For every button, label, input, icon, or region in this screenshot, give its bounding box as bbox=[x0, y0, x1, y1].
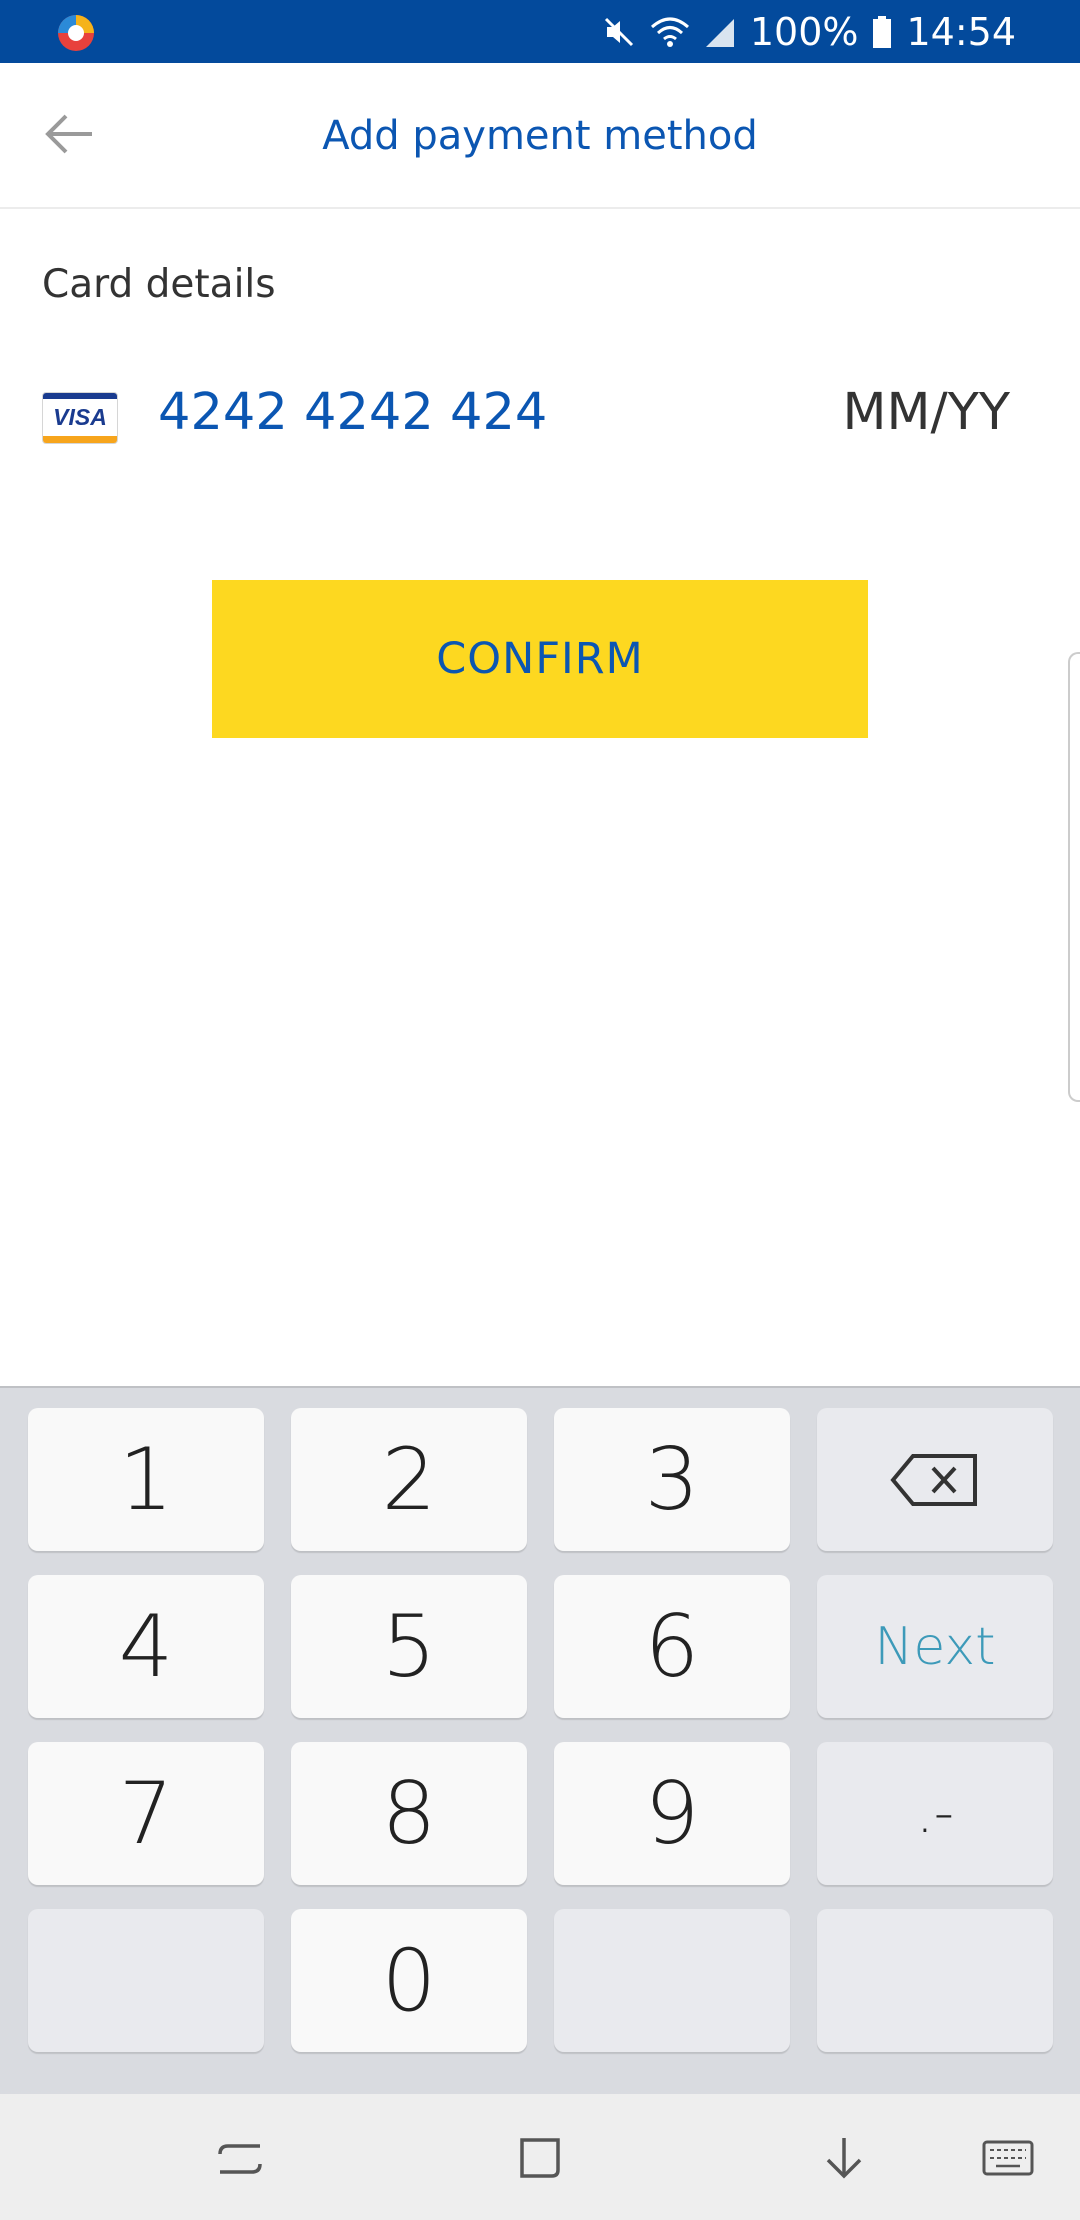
key-3[interactable]: 3 bbox=[554, 1408, 790, 1551]
key-4[interactable]: 4 bbox=[28, 1575, 264, 1718]
page-title: Add payment method bbox=[322, 113, 758, 159]
wifi-icon bbox=[650, 17, 689, 47]
app-root: 100% 14:54 Add payment method Card detai… bbox=[0, 0, 1080, 2220]
key-8[interactable]: 8 bbox=[291, 1742, 527, 1885]
blank-key-right bbox=[817, 1909, 1053, 2052]
key-6[interactable]: 6 bbox=[554, 1575, 790, 1718]
key-9[interactable]: 9 bbox=[554, 1742, 790, 1885]
blank-key-left bbox=[28, 1909, 264, 2052]
numeric-keyboard: 1 2 3 4 5 6 Next 7 8 9 .- 0 bbox=[0, 1386, 1080, 2094]
expiry-date-input[interactable]: MM/YY bbox=[843, 383, 1011, 442]
key-7[interactable]: 7 bbox=[28, 1742, 264, 1885]
signal-icon bbox=[705, 18, 734, 47]
confirm-button[interactable]: CONFIRM bbox=[212, 580, 868, 738]
app-header: Add payment method bbox=[0, 63, 1080, 209]
next-key[interactable]: Next bbox=[817, 1575, 1053, 1718]
battery-percentage: 100% bbox=[749, 9, 859, 54]
card-details-label: Card details bbox=[42, 262, 276, 307]
backspace-key[interactable] bbox=[817, 1408, 1053, 1551]
blank-key-middle bbox=[554, 1909, 790, 2052]
status-bar: 100% 14:54 bbox=[0, 0, 1080, 63]
card-brand-text: VISA bbox=[53, 404, 107, 430]
battery-icon bbox=[873, 15, 892, 48]
mute-icon bbox=[604, 17, 633, 46]
edge-panel-handle[interactable] bbox=[1068, 652, 1080, 1102]
navigation-bar bbox=[0, 2094, 1080, 2220]
hide-keyboard-icon[interactable] bbox=[816, 2132, 872, 2184]
key-1[interactable]: 1 bbox=[28, 1408, 264, 1551]
card-number-input[interactable]: 4242 4242 424 bbox=[158, 383, 547, 442]
key-2[interactable]: 2 bbox=[291, 1408, 527, 1551]
key-0[interactable]: 0 bbox=[291, 1909, 527, 2052]
app-notification-icon bbox=[58, 15, 94, 51]
home-icon[interactable] bbox=[512, 2132, 568, 2184]
key-5[interactable]: 5 bbox=[291, 1575, 527, 1718]
backspace-icon bbox=[890, 1453, 977, 1506]
clock: 14:54 bbox=[906, 9, 1016, 54]
keyboard-switch-icon[interactable] bbox=[980, 2132, 1036, 2184]
visa-card-icon: VISA bbox=[42, 392, 118, 444]
symbols-key[interactable]: .- bbox=[817, 1742, 1053, 1885]
recents-icon[interactable] bbox=[212, 2132, 268, 2184]
